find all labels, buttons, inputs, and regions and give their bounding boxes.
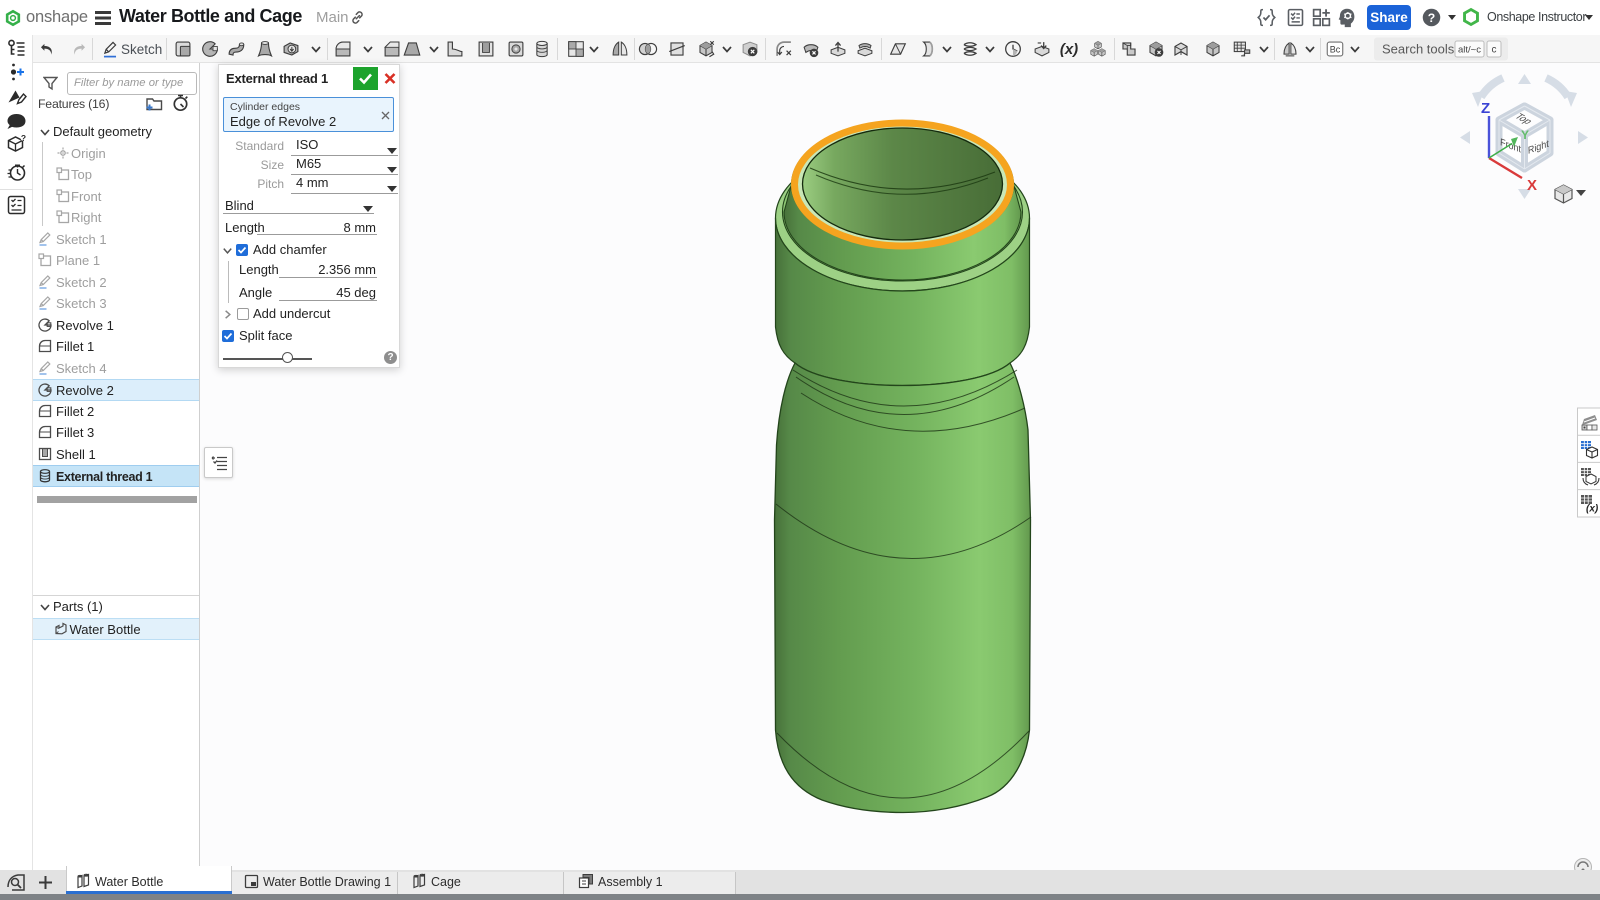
svg-text:Sketch: Sketch [121, 42, 162, 57]
svg-text:(x): (x) [1060, 41, 1078, 58]
svg-text:Search tools...: Search tools... [1382, 42, 1465, 57]
svg-text:Bc: Bc [1330, 44, 1341, 54]
svg-text:?: ? [1428, 11, 1435, 25]
svg-text:(x): (x) [1586, 504, 1599, 515]
svg-text:?: ? [21, 133, 26, 143]
svg-text:Z: Z [1481, 100, 1490, 117]
svg-text:Y: Y [1521, 128, 1529, 142]
svg-text:X: X [1527, 177, 1537, 194]
svg-text:c: c [1492, 45, 1497, 56]
svg-text:alt/~c: alt/~c [1458, 45, 1481, 56]
